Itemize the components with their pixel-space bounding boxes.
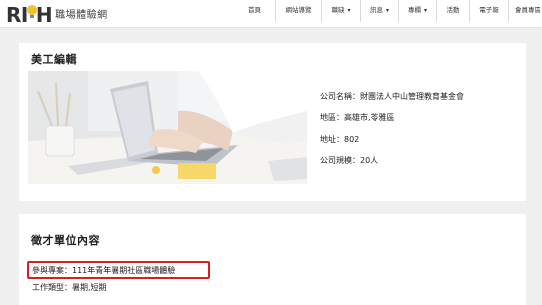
nav-item-label: 專欄 (407, 6, 421, 14)
company-name: 公司名稱：財團法人中山管理教育基金會 (320, 92, 464, 101)
nav-item-label: 會員專區 (514, 6, 541, 14)
caret-down-icon: ▾ (423, 7, 427, 14)
top-navbar: RIH 職場體驗網 首頁網站導覽職缺▾訊息▾專欄▾活動電子報會員專區▾ (0, 0, 542, 28)
job-type-line: 工作類型：暑期,短期 (32, 283, 107, 292)
job-title: 美工編輯 (31, 53, 77, 66)
lightbulb-icon (26, 5, 37, 19)
main-nav: 首頁網站導覽職缺▾訊息▾專欄▾活動電子報會員專區▾ (234, 0, 542, 22)
nav-item-1[interactable]: 網站導覽 (276, 0, 322, 22)
nav-item-label: 職缺 (331, 6, 345, 14)
nav-item-6[interactable]: 電子報 (470, 0, 509, 22)
company-size: 公司規模：20人 (320, 156, 379, 165)
nav-item-3[interactable]: 訊息 ▾ (361, 0, 399, 22)
nav-item-label: 活動 (446, 6, 460, 14)
recruit-content-card: 徵才單位內容 參與專案：111年青年暑期社區職場體驗 工作類型：暑期,短期 (19, 214, 526, 305)
laptop-illustration (28, 71, 307, 184)
nav-item-label: 首頁 (248, 6, 261, 14)
nav-item-label: 網站導覽 (285, 6, 312, 14)
caret-down-icon: ▾ (347, 7, 351, 14)
nav-item-0[interactable]: 首頁 (234, 0, 276, 22)
job-info-card: 美工編輯 公司名稱：財團法人中山管理教育基金會 地區：高雄市,苓雅區 地址：80… (19, 43, 526, 201)
recruit-section-title: 徵才單位內容 (31, 234, 100, 247)
company-address: 地址：802 (320, 135, 360, 144)
nav-item-7[interactable]: 會員專區▾ (509, 0, 542, 22)
job-photo (28, 71, 307, 184)
caret-down-icon: ▾ (385, 7, 389, 14)
nav-item-label: 電子報 (479, 6, 499, 14)
project-line: 參與專案：111年青年暑期社區職場體驗 (32, 266, 176, 275)
nav-item-label: 訊息 (369, 6, 383, 14)
site-logo[interactable]: RI H 職場體驗網 (6, 2, 108, 26)
logo-subtitle: 職場體驗網 (55, 10, 108, 21)
nav-item-4[interactable]: 專欄 ▾ (399, 0, 437, 22)
company-area: 地區：高雄市,苓雅區 (320, 113, 395, 122)
nav-item-5[interactable]: 活動 (437, 0, 470, 22)
logo-text: RI H (6, 3, 53, 27)
nav-item-2[interactable]: 職缺 ▾ (322, 0, 361, 22)
